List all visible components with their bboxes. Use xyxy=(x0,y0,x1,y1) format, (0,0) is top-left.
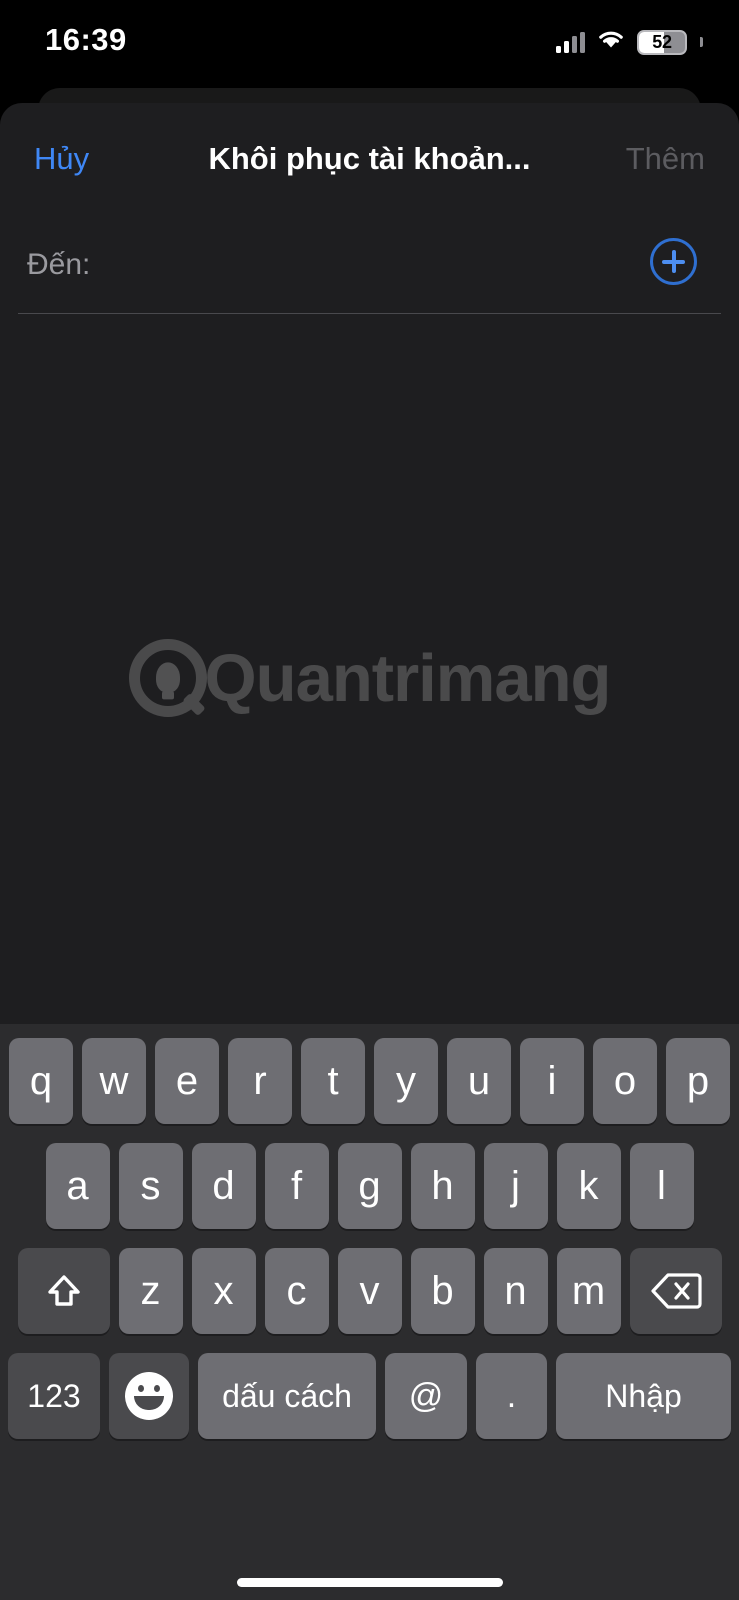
key-m[interactable]: m xyxy=(556,1248,621,1334)
keyboard-row-2: a s d f g h j k l xyxy=(0,1143,739,1229)
lightbulb-icon xyxy=(128,639,207,717)
navigation-bar: Hủy Khôi phục tài khoản... Thêm xyxy=(0,103,739,216)
period-key[interactable]: . xyxy=(476,1353,547,1439)
keyboard-row-1: q w e r t y u i o p xyxy=(0,1038,739,1124)
recipient-label: Đến: xyxy=(27,248,91,281)
key-l[interactable]: l xyxy=(629,1143,694,1229)
wifi-icon xyxy=(596,28,626,56)
keyboard-row-4: 123 dấu cách @ . Nhập xyxy=(0,1353,739,1439)
keyboard-row-3: z x c v b n m xyxy=(0,1248,739,1334)
key-y[interactable]: y xyxy=(374,1038,438,1124)
key-a[interactable]: a xyxy=(45,1143,110,1229)
smiley-face-glyph xyxy=(125,1372,173,1420)
at-key[interactable]: @ xyxy=(385,1353,467,1439)
plus-glyph xyxy=(662,250,685,273)
watermark-text: Quantrimang xyxy=(204,640,612,716)
signal-bars-icon xyxy=(556,31,585,53)
key-i[interactable]: i xyxy=(520,1038,584,1124)
key-q[interactable]: q xyxy=(9,1038,73,1124)
key-s[interactable]: s xyxy=(118,1143,183,1229)
watermark-logo: Quantrimang xyxy=(0,639,739,717)
key-c[interactable]: c xyxy=(264,1248,329,1334)
key-e[interactable]: e xyxy=(155,1038,219,1124)
emoji-smiley-icon[interactable] xyxy=(109,1353,189,1439)
key-h[interactable]: h xyxy=(410,1143,475,1229)
space-key[interactable]: dấu cách xyxy=(198,1353,376,1439)
compose-sheet: Hủy Khôi phục tài khoản... Thêm Đến: Qua… xyxy=(0,103,739,1600)
key-w[interactable]: w xyxy=(82,1038,146,1124)
key-o[interactable]: o xyxy=(593,1038,657,1124)
numbers-key[interactable]: 123 xyxy=(8,1353,100,1439)
key-b[interactable]: b xyxy=(410,1248,475,1334)
key-u[interactable]: u xyxy=(447,1038,511,1124)
shift-up-arrow-icon[interactable] xyxy=(17,1248,110,1334)
recipient-row[interactable]: Đến: xyxy=(0,216,739,313)
battery-icon: 52 xyxy=(637,29,687,55)
key-d[interactable]: d xyxy=(191,1143,256,1229)
virtual-keyboard: q w e r t y u i o p a s d f g h j k l z … xyxy=(0,1024,739,1600)
send-button[interactable]: Thêm xyxy=(626,141,705,177)
status-bar: 16:39 52 xyxy=(0,0,739,88)
message-body-area[interactable]: Quantrimang xyxy=(0,314,739,1124)
key-t[interactable]: t xyxy=(301,1038,365,1124)
key-f[interactable]: f xyxy=(264,1143,329,1229)
key-p[interactable]: p xyxy=(666,1038,730,1124)
key-g[interactable]: g xyxy=(337,1143,402,1229)
key-k[interactable]: k xyxy=(556,1143,621,1229)
battery-percent-label: 52 xyxy=(652,31,672,52)
battery-cap-icon xyxy=(700,37,703,47)
status-bar-icons: 52 xyxy=(556,28,703,56)
key-r[interactable]: r xyxy=(228,1038,292,1124)
status-bar-time: 16:39 xyxy=(45,22,127,57)
key-v[interactable]: v xyxy=(337,1248,402,1334)
plus-circle-icon[interactable] xyxy=(650,238,697,285)
home-indicator[interactable] xyxy=(236,1578,503,1587)
return-key[interactable]: Nhập xyxy=(556,1353,731,1439)
backspace-delete-icon[interactable] xyxy=(629,1248,722,1334)
key-n[interactable]: n xyxy=(483,1248,548,1334)
phone-screen: 16:39 52 Hủy Khôi phục tài khoản... Thêm… xyxy=(0,0,739,1600)
key-j[interactable]: j xyxy=(483,1143,548,1229)
key-x[interactable]: x xyxy=(191,1248,256,1334)
key-z[interactable]: z xyxy=(118,1248,183,1334)
